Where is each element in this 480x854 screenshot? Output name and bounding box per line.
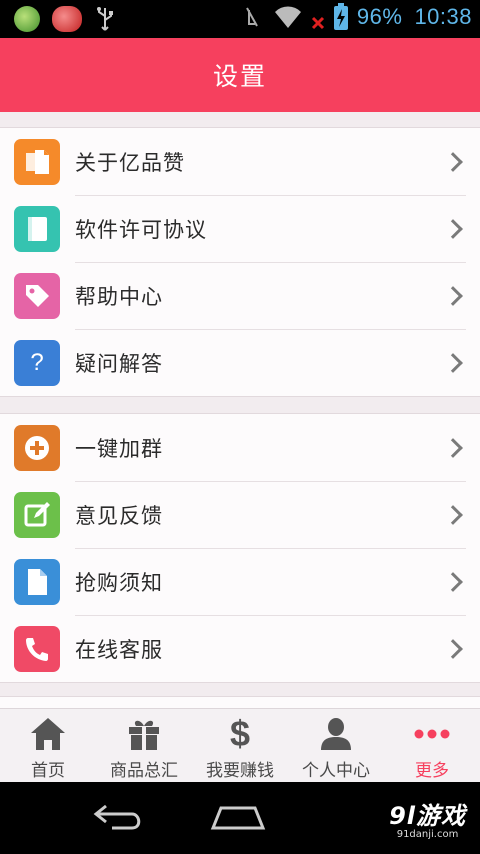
tab-more[interactable]: 更多 [384,709,480,782]
phone-icon [14,625,60,672]
watermark-domain: 91danji.com [396,829,459,840]
question-icon: ? [14,339,60,386]
person-icon [318,715,354,753]
tab-label: 个人中心 [302,761,370,781]
system-nav-bar: 9l游戏 91danji.com [0,782,480,854]
settings-group-2: 一键加群 意见反馈 抢购须知 在线客服 [0,413,480,683]
tab-label: 更多 [415,761,449,781]
menu-item-about[interactable]: 关于亿品赞 [0,128,480,195]
wifi-icon [274,6,301,28]
menu-item-label: 疑问解答 [75,351,163,376]
tab-label: 我要赚钱 [206,761,274,781]
status-right-icons: 96% 10:38 [239,3,472,31]
settings-group-1: 关于亿品赞 软件许可协议 帮助中心 ? 疑问解答 [0,127,480,397]
home-nav-icon[interactable] [210,804,266,830]
tab-label: 首页 [31,761,65,781]
bottom-tab-bar: 首页 商品总汇 $ 我要赚钱 个人中心 更多 [0,708,480,782]
copy-documents-icon [14,138,60,185]
chevron-right-icon [443,352,463,373]
menu-item-label: 意见反馈 [75,503,163,528]
gift-icon [126,715,162,753]
back-icon[interactable] [92,802,146,832]
watermark: 9l游戏 91danji.com [389,796,466,840]
tag-icon [14,272,60,319]
menu-item-faq[interactable]: ? 疑问解答 [0,329,480,396]
status-left-icons [14,6,116,32]
tab-label: 商品总汇 [110,761,178,781]
plus-circle-icon [14,424,60,471]
book-icon [14,205,60,252]
chevron-right-icon [443,571,463,592]
menu-item-label: 软件许可协议 [75,217,207,242]
more-dots-icon [414,715,450,753]
battery-percent: 96% [356,4,403,29]
chevron-right-icon [443,437,463,458]
status-bar: 96% 10:38 [0,0,480,38]
tab-earn[interactable]: $ 我要赚钱 [192,709,288,782]
menu-item-label: 关于亿品赞 [75,150,185,175]
no-signal-icon [311,16,324,30]
chevron-right-icon [443,218,463,239]
battery-icon [333,3,348,30]
chevron-right-icon [443,285,463,306]
watermark-brand: 9l游戏 [389,802,466,830]
tab-products[interactable]: 商品总汇 [96,709,192,782]
chevron-right-icon [443,638,463,659]
menu-item-help[interactable]: 帮助中心 [0,262,480,329]
page-header: 设置 [0,38,480,112]
menu-item-join-group[interactable]: 一键加群 [0,414,480,481]
usb-icon [97,7,113,31]
page-title: 设置 [212,62,267,91]
menu-item-feedback[interactable]: 意见反馈 [0,481,480,548]
chevron-right-icon [443,504,463,525]
tab-home[interactable]: 首页 [0,709,96,782]
home-icon [29,715,67,753]
menu-item-label: 抢购须知 [75,570,163,595]
tab-profile[interactable]: 个人中心 [288,709,384,782]
settings-group-3-partial [0,696,480,708]
menu-item-online-service[interactable]: 在线客服 [0,615,480,682]
menu-item-purchase-notice[interactable]: 抢购须知 [0,548,480,615]
document-icon [14,558,60,605]
menu-item-label: 在线客服 [75,637,163,662]
menu-item-label: 帮助中心 [75,284,163,309]
menu-item-license[interactable]: 软件许可协议 [0,195,480,262]
dollar-icon: $ [229,713,251,754]
clock: 10:38 [414,4,472,29]
vibrate-off-icon [246,7,258,27]
edit-icon [14,491,60,538]
app-notification-icon [14,6,40,32]
app-notification-icon-2 [52,6,82,32]
chevron-right-icon [443,151,463,172]
menu-item-label: 一键加群 [75,436,163,461]
